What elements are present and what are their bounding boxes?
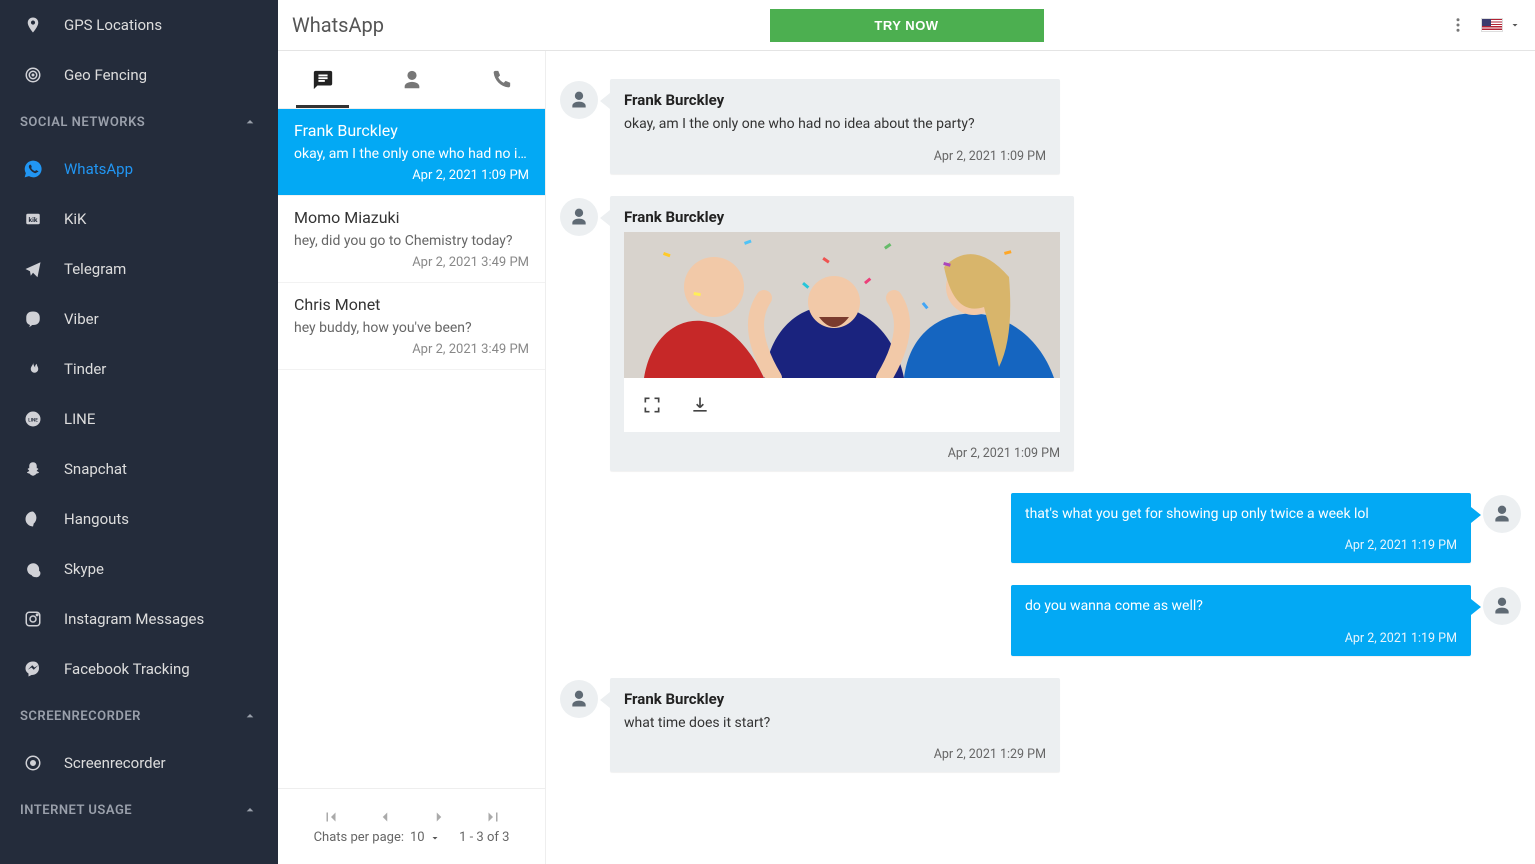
message-row: do you wanna come as well? Apr 2, 2021 1… <box>560 585 1521 656</box>
line-icon: LINE <box>20 406 46 432</box>
sidebar-label: GPS Locations <box>64 16 162 34</box>
sidebar-section-internet[interactable]: INTERNET USAGE <box>0 788 278 832</box>
chat-list-column: Frank Burckley okay, am I the only one w… <box>278 51 546 864</box>
sidebar-label: Tinder <box>64 360 106 378</box>
page-title: WhatsApp <box>292 13 384 37</box>
sidebar-label: Geo Fencing <box>64 66 147 84</box>
chevron-down-icon <box>1509 19 1521 31</box>
per-page-label: Chats per page: <box>314 830 404 845</box>
per-page-select[interactable]: 10 <box>410 830 441 845</box>
chevron-down-icon <box>429 832 441 844</box>
sidebar-item-snapchat[interactable]: Snapchat <box>0 444 278 494</box>
expand-icon[interactable] <box>642 395 662 415</box>
sidebar: GPS Locations Geo Fencing SOCIAL NETWORK… <box>0 0 278 864</box>
sidebar-label: Hangouts <box>64 510 129 528</box>
message-image <box>624 232 1060 432</box>
party-photo <box>624 232 1060 378</box>
sidebar-label: Facebook Tracking <box>64 660 190 678</box>
skype-icon <box>20 556 46 582</box>
page-first-icon[interactable] <box>322 808 340 826</box>
flame-icon <box>20 356 46 382</box>
chevron-up-icon <box>242 708 258 724</box>
person-icon <box>1492 596 1512 616</box>
sidebar-item-screenrecorder[interactable]: Screenrecorder <box>0 738 278 788</box>
ghost-icon <box>20 456 46 482</box>
sidebar-item-kik[interactable]: kik KiK <box>0 194 278 244</box>
person-icon <box>569 207 589 227</box>
sidebar-label: Screenrecorder <box>64 754 166 772</box>
plane-icon <box>20 256 46 282</box>
sidebar-label: Instagram Messages <box>64 610 204 628</box>
sidebar-item-geo-fencing[interactable]: Geo Fencing <box>0 50 278 100</box>
record-icon <box>20 750 46 776</box>
message-row: Frank Burckley <box>560 196 1521 471</box>
avatar <box>560 198 598 236</box>
avatar <box>560 680 598 718</box>
page-next-icon[interactable] <box>430 808 448 826</box>
sidebar-label: LINE <box>64 410 95 428</box>
sidebar-item-line[interactable]: LINE LINE <box>0 394 278 444</box>
page-range: 1 - 3 of 3 <box>459 830 509 845</box>
svg-text:kik: kik <box>29 216 38 224</box>
person-icon <box>401 69 423 91</box>
chat-item[interactable]: Momo Miazuki hey, did you go to Chemistr… <box>278 196 545 283</box>
topbar: WhatsApp TRY NOW <box>278 0 1535 51</box>
phone-icon <box>490 69 512 91</box>
instagram-icon <box>20 606 46 632</box>
sidebar-label: Snapchat <box>64 460 127 478</box>
chat-list: Frank Burckley okay, am I the only one w… <box>278 109 545 788</box>
pin-icon <box>20 12 46 38</box>
chat-item[interactable]: Chris Monet hey buddy, how you've been? … <box>278 283 545 370</box>
kik-icon: kik <box>20 206 46 232</box>
sidebar-section-screen[interactable]: SCREENRECORDER <box>0 694 278 738</box>
sidebar-item-telegram[interactable]: Telegram <box>0 244 278 294</box>
sidebar-label: Viber <box>64 310 99 328</box>
avatar <box>1483 495 1521 533</box>
tab-chats[interactable] <box>278 51 367 108</box>
person-icon <box>569 689 589 709</box>
sidebar-item-hangouts[interactable]: Hangouts <box>0 494 278 544</box>
language-dropdown[interactable] <box>1481 18 1521 32</box>
sidebar-label: KiK <box>64 210 86 228</box>
avatar <box>560 81 598 119</box>
sidebar-item-whatsapp[interactable]: WhatsApp <box>0 144 278 194</box>
try-now-button[interactable]: TRY NOW <box>770 9 1044 42</box>
sidebar-item-skype[interactable]: Skype <box>0 544 278 594</box>
page-last-icon[interactable] <box>484 808 502 826</box>
svg-text:LINE: LINE <box>28 417 38 423</box>
more-icon[interactable] <box>1449 16 1467 34</box>
chevron-up-icon <box>242 114 258 130</box>
viber-icon <box>20 306 46 332</box>
chat-tabs <box>278 51 545 109</box>
chat-item[interactable]: Frank Burckley okay, am I the only one w… <box>278 109 545 196</box>
hangouts-icon <box>20 506 46 532</box>
person-icon <box>1492 504 1512 524</box>
sidebar-item-tinder[interactable]: Tinder <box>0 344 278 394</box>
sidebar-item-facebook[interactable]: Facebook Tracking <box>0 644 278 694</box>
messages-pane: Frank Burckley okay, am I the only one w… <box>546 51 1535 864</box>
avatar <box>1483 587 1521 625</box>
page-prev-icon[interactable] <box>376 808 394 826</box>
sidebar-section-social[interactable]: SOCIAL NETWORKS <box>0 100 278 144</box>
download-icon[interactable] <box>690 395 710 415</box>
messenger-icon <box>20 656 46 682</box>
tab-contacts[interactable] <box>367 51 456 108</box>
paginator: Chats per page: 10 1 - 3 of 3 <box>278 788 545 864</box>
sidebar-item-gps-locations[interactable]: GPS Locations <box>0 0 278 50</box>
chat-icon <box>312 69 334 91</box>
whatsapp-icon <box>20 156 46 182</box>
sidebar-item-instagram[interactable]: Instagram Messages <box>0 594 278 644</box>
sidebar-label: Skype <box>64 560 104 578</box>
sidebar-item-viber[interactable]: Viber <box>0 294 278 344</box>
sidebar-label: Telegram <box>64 260 126 278</box>
person-icon <box>569 90 589 110</box>
us-flag-icon <box>1481 18 1503 32</box>
tab-calls[interactable] <box>456 51 545 108</box>
message-row: that's what you get for showing up only … <box>560 493 1521 564</box>
message-row: Frank Burckley okay, am I the only one w… <box>560 79 1521 174</box>
target-icon <box>20 62 46 88</box>
message-row: Frank Burckley what time does it start? … <box>560 678 1521 773</box>
sidebar-label: WhatsApp <box>64 160 133 178</box>
chevron-up-icon <box>242 802 258 818</box>
